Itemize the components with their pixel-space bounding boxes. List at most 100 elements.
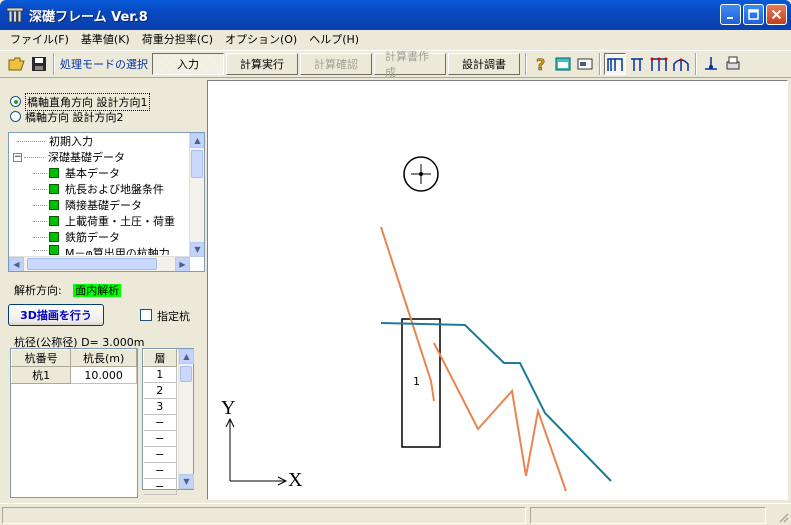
maximize-button[interactable] — [743, 4, 764, 25]
radio-2-label: 橋軸方向 設計方向2 — [25, 110, 124, 124]
designated-pile-label: 指定杭 — [157, 310, 190, 323]
table-row[interactable]: 2 — [143, 382, 177, 399]
collapse-icon[interactable]: − — [13, 152, 22, 162]
layer-cell[interactable]: − — [143, 414, 177, 431]
layer-table-scrollbar[interactable]: ▲ ▼ — [178, 349, 194, 489]
pile-length-cell[interactable]: 10.000 — [70, 366, 137, 384]
tree-item-loads[interactable]: 上載荷重・土圧・荷重 — [9, 213, 204, 229]
tree-item-pile-length[interactable]: 杭長および地盤条件 — [9, 181, 204, 197]
menu-help[interactable]: ヘルプ(H) — [303, 31, 365, 47]
pile-table[interactable]: 杭番号 杭長(m) 杭1 10.000 — [10, 348, 138, 498]
minimize-button[interactable] — [720, 4, 741, 25]
pile-rectangle — [401, 318, 441, 448]
mode-select-label: 処理モードの選択 — [60, 58, 148, 71]
frame-view-1-button[interactable] — [604, 53, 626, 75]
y-axis-label: Y — [221, 397, 236, 419]
arch-view-button[interactable] — [670, 53, 692, 75]
window-view-button[interactable] — [552, 53, 574, 75]
layer-cell[interactable]: − — [143, 446, 177, 463]
tree-item-rebar[interactable]: 鉄筋データ — [9, 229, 204, 245]
question-mark-icon: ? — [536, 55, 546, 73]
menu-standard-values[interactable]: 基準値(K) — [75, 31, 136, 47]
print-button[interactable] — [722, 53, 744, 75]
tree-vertical-scrollbar[interactable]: ▲ ▼ — [189, 133, 204, 257]
scroll-thumb[interactable] — [180, 366, 192, 382]
tree-item-axial-force[interactable]: M－φ算出用の杭軸力 — [9, 245, 204, 255]
status-bar — [0, 503, 791, 525]
radio-button[interactable] — [10, 111, 21, 122]
menu-load-share[interactable]: 荷重分担率(C) — [136, 31, 219, 47]
card-icon — [577, 58, 593, 70]
help-button[interactable]: ? — [530, 53, 552, 75]
direction-radio-1[interactable]: 橋軸直角方向 設計方向1 — [4, 92, 204, 111]
menu-file[interactable]: ファイル(F) — [4, 31, 75, 47]
toolbar-separator — [695, 53, 697, 75]
analysis-direction-label: 解析方向: — [14, 284, 62, 297]
scroll-right-arrow-icon[interactable]: ▶ — [175, 257, 190, 271]
layer-cell[interactable]: − — [143, 430, 177, 447]
input-mode-button[interactable]: 入力 — [152, 53, 224, 75]
tree-horizontal-scrollbar[interactable]: ◀ ▶ — [9, 256, 190, 271]
table-row[interactable]: − — [143, 462, 177, 479]
pile-number-label: 1 — [413, 375, 420, 388]
radio-button-checked[interactable] — [10, 96, 21, 107]
table-row[interactable]: 1 — [143, 366, 177, 383]
scroll-up-arrow-icon[interactable]: ▲ — [190, 133, 204, 148]
input-tree[interactable]: 初期入力 − 深礎基礎データ 基本データ 杭長および地盤条件 隣接基礎データ 上… — [8, 132, 205, 272]
layer-cell[interactable]: 2 — [143, 382, 177, 399]
card-view-button[interactable] — [574, 53, 596, 75]
tree-item-initial-input[interactable]: 初期入力 — [9, 133, 204, 149]
node-frame-icon — [650, 57, 668, 71]
title-bar[interactable]: 深礎フレーム Ver.8 — [0, 0, 791, 30]
column-header: 杭番号 — [10, 349, 72, 367]
scroll-up-arrow-icon[interactable]: ▲ — [179, 349, 194, 364]
support-icon — [705, 57, 717, 70]
status-pane-main — [2, 507, 526, 524]
save-icon — [32, 57, 46, 71]
printer-icon — [726, 56, 740, 70]
arch-icon — [673, 58, 689, 71]
scroll-left-arrow-icon[interactable]: ◀ — [9, 257, 24, 271]
table-row[interactable]: − — [143, 478, 177, 495]
layer-cell[interactable]: − — [143, 478, 177, 495]
scroll-down-arrow-icon[interactable]: ▼ — [190, 242, 204, 257]
draw-3d-button[interactable]: 3D描画を行う — [8, 304, 104, 326]
drawing-canvas[interactable]: 1 Y X — [207, 80, 788, 500]
table-row[interactable]: − — [143, 430, 177, 447]
close-button[interactable] — [766, 4, 787, 25]
check-calculation-button[interactable]: 計算確認 — [300, 53, 372, 75]
designated-pile-checkbox[interactable] — [140, 309, 152, 321]
crosshair-icon — [403, 156, 439, 192]
run-calculation-button[interactable]: 計算実行 — [226, 53, 298, 75]
status-square-icon — [49, 200, 59, 210]
frame-view-3-button[interactable] — [648, 53, 670, 75]
save-button[interactable] — [28, 53, 50, 75]
tree-item-group[interactable]: − 深礎基礎データ — [9, 149, 204, 165]
status-square-icon — [49, 245, 59, 255]
layer-cell[interactable]: − — [143, 462, 177, 479]
table-row[interactable]: 杭1 10.000 — [10, 366, 137, 384]
frame-view-2-button[interactable] — [626, 53, 648, 75]
create-report-button[interactable]: 計算書作成 — [374, 50, 446, 79]
open-folder-button[interactable] — [6, 53, 28, 75]
menu-options[interactable]: オプション(O) — [219, 31, 303, 47]
scroll-thumb[interactable] — [27, 258, 157, 270]
layer-cell[interactable]: 3 — [143, 398, 177, 415]
layer-cell[interactable]: 1 — [143, 366, 177, 383]
menu-bar: ファイル(F) 基準値(K) 荷重分担率(C) オプション(O) ヘルプ(H) — [0, 30, 791, 48]
support-view-button[interactable] — [700, 53, 722, 75]
tree-item-adjacent[interactable]: 隣接基礎データ — [9, 197, 204, 213]
resize-grip-icon[interactable] — [777, 511, 789, 523]
status-pane-secondary — [530, 507, 766, 524]
table-row[interactable]: − — [143, 446, 177, 463]
x-axis-label: X — [288, 469, 303, 491]
scroll-thumb[interactable] — [191, 150, 203, 178]
design-sheet-button[interactable]: 設計調書 — [448, 53, 520, 75]
direction-radio-2[interactable]: 橋軸方向 設計方向2 — [4, 109, 204, 124]
table-row[interactable]: 3 — [143, 398, 177, 415]
layer-table[interactable]: 層 1 2 3 − − − − − ▲ ▼ — [142, 348, 194, 495]
pile-number-cell[interactable]: 杭1 — [10, 366, 72, 384]
scroll-down-arrow-icon[interactable]: ▼ — [179, 474, 194, 489]
tree-item-basic-data[interactable]: 基本データ — [9, 165, 204, 181]
table-row[interactable]: − — [143, 414, 177, 431]
